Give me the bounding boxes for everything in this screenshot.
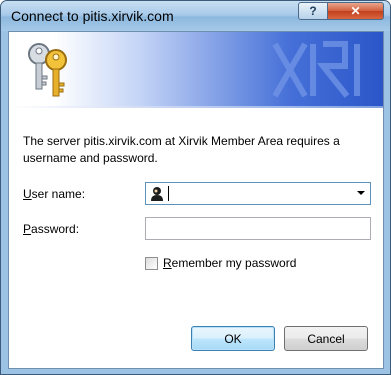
banner-divider	[9, 106, 383, 108]
cancel-button[interactable]: Cancel	[284, 326, 368, 351]
dialog-body: The server pitis.xirvik.com at Xirvik Me…	[8, 31, 384, 369]
keys-icon	[28, 43, 67, 97]
password-field[interactable]	[145, 217, 371, 240]
dialog-window: Connect to pitis.xirvik.com ? ✕ The serv…	[0, 0, 391, 375]
xirvik-logo-watermark	[272, 41, 360, 98]
remember-password-option[interactable]: Remember my password	[145, 256, 296, 270]
close-button[interactable]: ✕	[327, 2, 384, 20]
message-line-1: The server pitis.xirvik.com at Xirvik Me…	[23, 134, 340, 148]
username-label: User name:	[23, 187, 86, 201]
banner	[9, 32, 383, 106]
remember-password-label[interactable]: Remember my password	[163, 256, 296, 270]
help-button[interactable]: ?	[298, 2, 328, 20]
server-message: The server pitis.xirvik.com at Xirvik Me…	[23, 133, 373, 167]
ok-button[interactable]: OK	[191, 326, 275, 351]
message-line-2: username and password.	[23, 151, 158, 165]
password-label: Password:	[23, 222, 80, 236]
user-avatar-icon	[151, 187, 163, 201]
username-combobox[interactable]	[145, 182, 371, 205]
dropdown-arrow-icon[interactable]	[357, 191, 365, 195]
title-bar[interactable]: Connect to pitis.xirvik.com ? ✕	[1, 1, 390, 31]
text-caret	[168, 186, 169, 201]
window-title: Connect to pitis.xirvik.com	[11, 8, 174, 24]
remember-password-checkbox[interactable]	[145, 256, 158, 270]
